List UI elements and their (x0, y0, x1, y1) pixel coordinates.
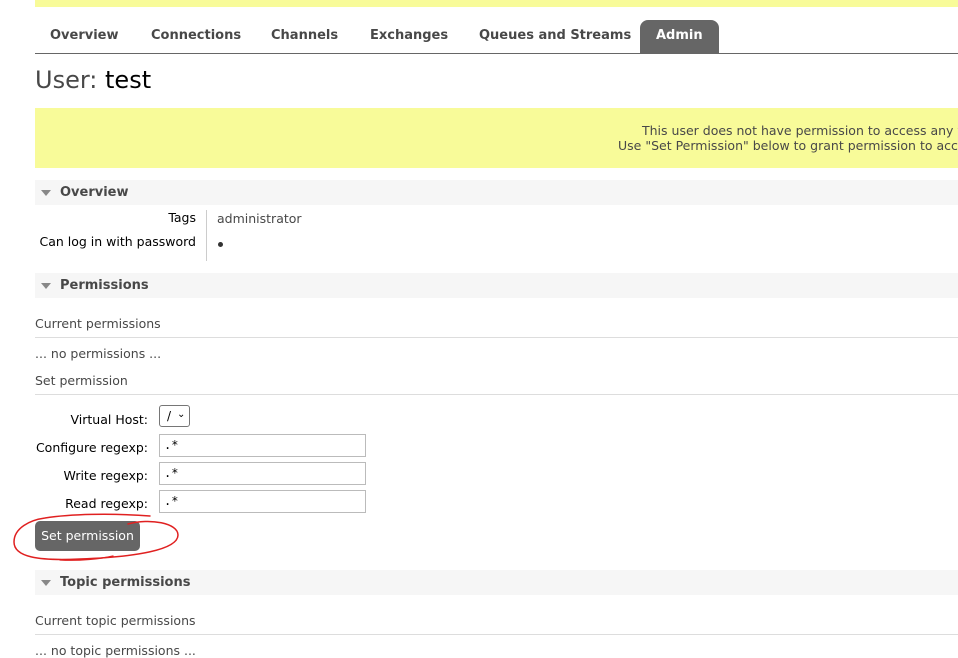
set-permission-heading: Set permission (35, 373, 958, 395)
top-notice-strip (35, 0, 958, 7)
tags-label: Tags (168, 210, 196, 225)
tags-value: administrator (217, 211, 302, 226)
write-regexp-input[interactable]: .* (159, 462, 366, 485)
kv-divider (206, 210, 207, 261)
tab-channels[interactable]: Channels (271, 20, 338, 52)
tab-connections[interactable]: Connections (151, 20, 241, 52)
can-login-label: Can log in with password (39, 234, 196, 249)
configure-regexp-input[interactable]: .* (159, 434, 366, 457)
warning-line-2: Use "Set Permission" below to grant perm… (618, 138, 958, 153)
page-title-prefix: User: (35, 66, 98, 94)
chevron-down-icon: ⌄ (177, 409, 186, 420)
read-regexp-label: Read regexp: (65, 496, 148, 511)
write-regexp-label: Write regexp: (63, 468, 148, 483)
collapse-triangle-icon (41, 282, 51, 289)
main-nav-tabs: Overview Connections Channels Exchanges … (35, 20, 958, 54)
tab-exchanges[interactable]: Exchanges (370, 20, 448, 52)
virtual-host-select[interactable]: / ⌄ (159, 405, 190, 427)
page-title: User: test (35, 66, 151, 94)
section-topic-permissions-toggle[interactable]: Topic permissions (35, 570, 958, 595)
warning-line-1: This user does not have permission to ac… (642, 123, 958, 138)
read-regexp-input[interactable]: .* (159, 490, 366, 513)
no-permission-warning: This user does not have permission to ac… (35, 108, 958, 168)
virtual-host-label: Virtual Host: (70, 412, 149, 427)
tab-overview[interactable]: Overview (50, 20, 119, 52)
section-overview-title: Overview (60, 185, 129, 200)
collapse-triangle-icon (41, 579, 51, 586)
current-permissions-heading: Current permissions (35, 316, 958, 338)
page-title-username: test (105, 66, 152, 94)
section-overview-toggle[interactable]: Overview (35, 180, 958, 205)
no-permissions-text: ... no permissions ... (35, 346, 162, 361)
section-topic-permissions-title: Topic permissions (60, 575, 191, 590)
virtual-host-value: / (167, 409, 172, 423)
set-permission-button[interactable]: Set permission (35, 521, 140, 551)
no-topic-permissions-text: ... no topic permissions ... (35, 643, 196, 658)
current-topic-permissions-heading: Current topic permissions (35, 613, 958, 635)
bullet-dot-icon (218, 242, 223, 247)
section-permissions-toggle[interactable]: Permissions (35, 273, 958, 298)
collapse-triangle-icon (41, 189, 51, 196)
section-permissions-title: Permissions (60, 278, 149, 293)
tab-queues-and-streams[interactable]: Queues and Streams (479, 20, 631, 52)
tab-admin[interactable]: Admin (640, 20, 719, 53)
configure-regexp-label: Configure regexp: (35, 440, 148, 455)
